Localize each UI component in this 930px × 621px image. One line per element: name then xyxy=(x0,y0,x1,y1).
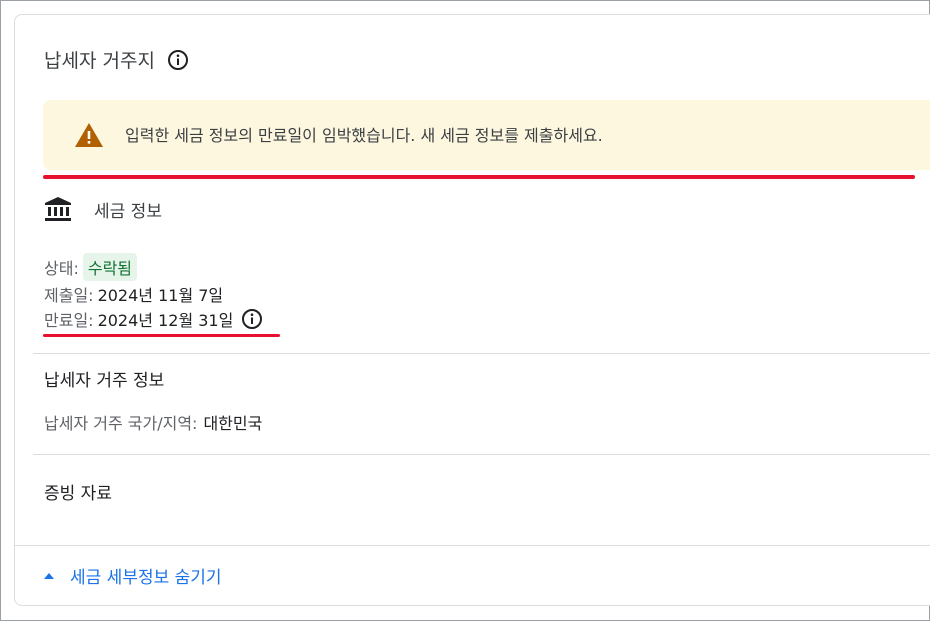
divider xyxy=(14,545,930,546)
expiry-label: 만료일: xyxy=(44,311,94,330)
residency-heading: 납세자 거주 정보 xyxy=(44,371,165,391)
residency-country-label: 납세자 거주 국가/지역: xyxy=(44,414,198,433)
status-badge: 수락됨 xyxy=(82,253,138,281)
submitted-row: 제출일: 2024년 11월 7일 xyxy=(44,282,223,306)
hide-tax-details-link[interactable]: 세금 세부정보 숨기기 xyxy=(44,563,222,588)
expiry-row: 만료일: 2024년 12월 31일 xyxy=(44,307,263,331)
divider xyxy=(33,454,930,455)
tax-info-section-header: 세금 정보 xyxy=(44,196,162,222)
tax-info-heading: 세금 정보 xyxy=(94,201,162,222)
residency-country-value: 대한민국 xyxy=(203,414,263,433)
info-icon[interactable] xyxy=(167,49,189,71)
expiry-info-icon[interactable] xyxy=(241,308,263,330)
warning-message: 입력한 세금 정보의 만료일이 임박했습니다. 새 세금 정보를 제출하세요. xyxy=(125,126,603,145)
expiry-warning-banner: 입력한 세금 정보의 만료일이 임박했습니다. 새 세금 정보를 제출하세요. xyxy=(43,100,930,170)
status-label: 상태: xyxy=(44,259,79,278)
submitted-date: 2024년 11월 7일 xyxy=(97,286,224,305)
annotation-underline-warning xyxy=(43,175,915,179)
status-row: 상태: 수락됨 xyxy=(44,253,138,281)
page-title: 납세자 거주지 xyxy=(44,46,189,73)
hide-tax-details-label: 세금 세부정보 숨기기 xyxy=(70,568,222,588)
annotation-underline-expiry xyxy=(43,334,280,337)
page-title-text: 납세자 거주지 xyxy=(44,50,155,72)
evidence-heading: 증빙 자료 xyxy=(44,484,112,504)
expiry-date: 2024년 12월 31일 xyxy=(97,311,234,330)
submitted-label: 제출일: xyxy=(44,286,94,305)
residency-country-row: 납세자 거주 국가/지역: 대한민국 xyxy=(44,410,262,434)
divider xyxy=(33,353,930,354)
warning-icon xyxy=(74,121,104,149)
bank-icon xyxy=(44,196,72,222)
caret-up-icon xyxy=(44,572,54,579)
